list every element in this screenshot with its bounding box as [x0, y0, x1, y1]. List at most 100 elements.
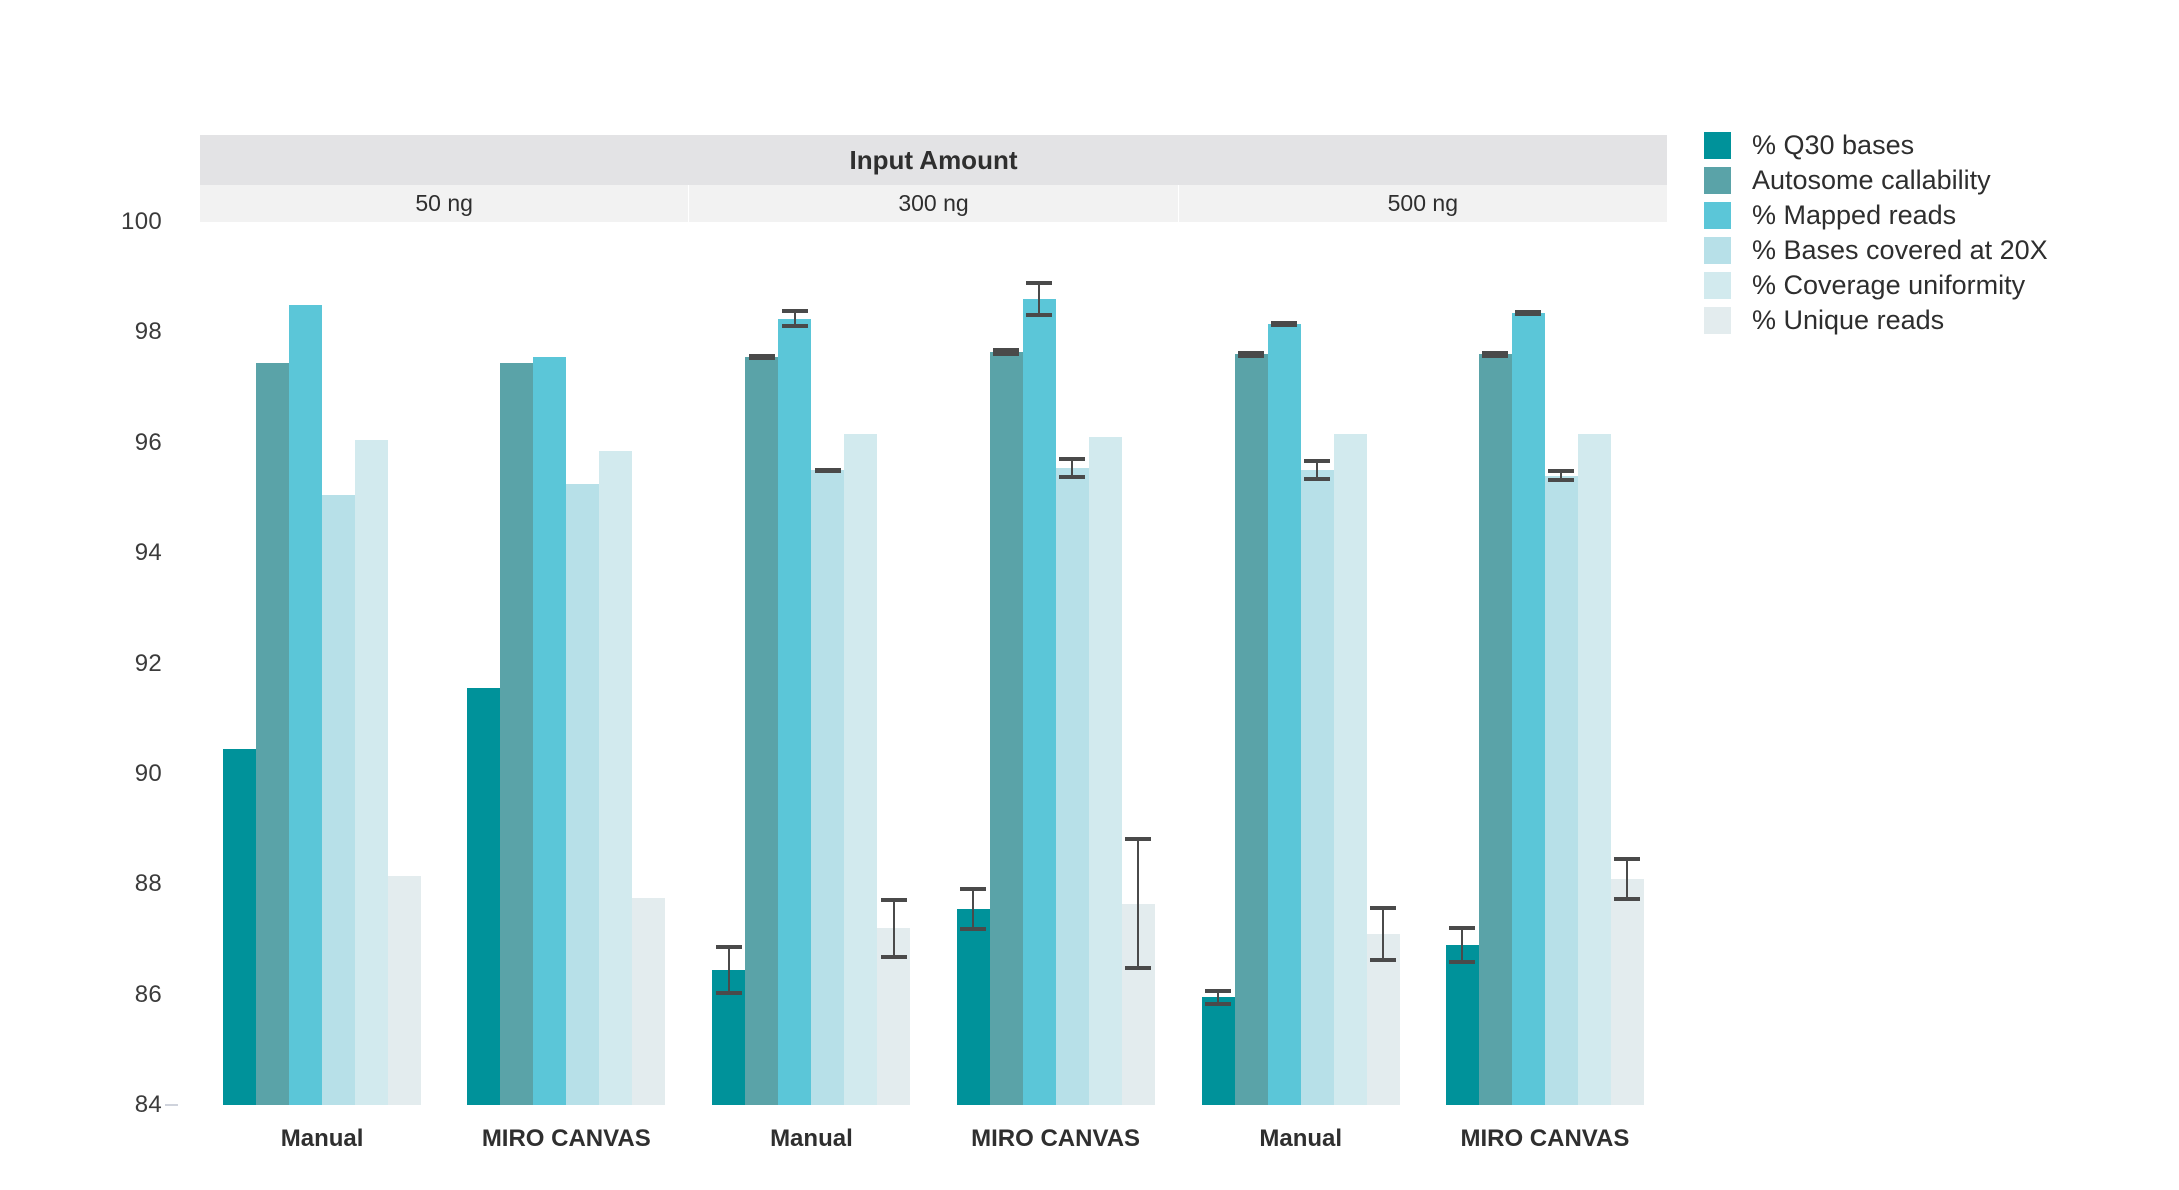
- bar[interactable]: [844, 434, 878, 1105]
- legend-item[interactable]: % Mapped reads: [1704, 198, 2134, 233]
- error-bar-cap-bottom: [1271, 322, 1298, 327]
- legend-label: Autosome callability: [1752, 165, 1991, 195]
- x-axis-panel: Manual MIRO CANVAS: [689, 1105, 1177, 1165]
- bar-slot: [1544, 222, 1578, 1105]
- bar[interactable]: [1511, 313, 1545, 1105]
- bar[interactable]: [533, 357, 567, 1105]
- legend-label: % Mapped reads: [1752, 200, 1957, 230]
- error-bar-cap-top: [880, 898, 907, 903]
- error-bar-cap-top: [960, 887, 987, 891]
- bar[interactable]: [956, 909, 990, 1105]
- x-tick-label: Manual: [770, 1125, 853, 1152]
- legend-item[interactable]: Autosome callability: [1704, 163, 2134, 198]
- legend-swatch-icon: [1704, 272, 1731, 299]
- bar-slot: [223, 222, 257, 1105]
- bar[interactable]: [599, 451, 633, 1105]
- bar-slot: [811, 222, 845, 1105]
- bar[interactable]: [1544, 475, 1578, 1105]
- bar[interactable]: [811, 470, 845, 1105]
- bar-slot: [1088, 222, 1122, 1105]
- error-bar-cap-top: [1304, 459, 1331, 464]
- facet-strip-title: Input Amount: [849, 144, 1018, 175]
- bar-slot: [877, 222, 911, 1105]
- error-bar-cap-bottom: [1205, 1001, 1232, 1006]
- bar[interactable]: [778, 318, 812, 1105]
- legend-item[interactable]: % Coverage uniformity: [1704, 268, 2134, 303]
- bar[interactable]: [1333, 434, 1367, 1105]
- bar[interactable]: [1267, 324, 1301, 1105]
- bar-slot: [1478, 222, 1512, 1105]
- bar-groups: [200, 222, 688, 1105]
- error-bar-line: [1626, 856, 1629, 901]
- bar[interactable]: [1300, 470, 1334, 1105]
- legend-item[interactable]: % Q30 bases: [1704, 128, 2134, 163]
- bars: [689, 222, 933, 1105]
- error-bar-cap-bottom: [1059, 474, 1086, 479]
- legend-item[interactable]: % Unique reads: [1704, 303, 2134, 338]
- bar[interactable]: [289, 304, 323, 1105]
- legend-label: % Coverage uniformity: [1752, 270, 2026, 300]
- bar[interactable]: [467, 688, 501, 1105]
- bar[interactable]: [989, 351, 1023, 1105]
- error-bar-cap-bottom: [960, 927, 987, 932]
- bar-slot: [289, 222, 323, 1105]
- legend-swatch-icon: [1704, 307, 1731, 334]
- bar-slot: [322, 222, 356, 1105]
- bar-slot: [467, 222, 501, 1105]
- error-bar-cap-top: [1205, 989, 1232, 994]
- bar-slot: [745, 222, 779, 1105]
- error-bar-cap-top: [1370, 906, 1397, 911]
- error-bar-cap-bottom: [1238, 354, 1265, 359]
- bar[interactable]: [1610, 878, 1644, 1105]
- bar[interactable]: [1577, 434, 1611, 1105]
- bar[interactable]: [1088, 437, 1122, 1105]
- error-bar-cap-bottom: [1026, 313, 1053, 318]
- bar-slot: [256, 222, 290, 1105]
- bar-groups: [689, 222, 1177, 1105]
- error-bar-cap-bottom: [748, 355, 775, 360]
- bar[interactable]: [388, 875, 422, 1105]
- legend-item[interactable]: % Bases covered at 20X: [1704, 233, 2134, 268]
- bar[interactable]: [1445, 944, 1479, 1105]
- y-tick-label: 90: [134, 759, 162, 787]
- bar[interactable]: [1234, 354, 1268, 1105]
- bar-slot: [1300, 222, 1334, 1105]
- bar[interactable]: [1055, 467, 1089, 1105]
- error-bar-line: [972, 887, 975, 932]
- error-bar-cap-top: [715, 944, 742, 949]
- bars: [1423, 222, 1667, 1105]
- legend-swatch-icon: [1704, 167, 1731, 194]
- bar-group: [934, 222, 1178, 1105]
- error-bar-cap-bottom: [1614, 896, 1641, 901]
- error-bar-line: [1038, 281, 1041, 318]
- legend-swatch-icon: [1704, 202, 1731, 229]
- bar-slot: [1511, 222, 1545, 1105]
- facet-strip-outer: Input Amount: [200, 135, 1667, 185]
- y-tick-label: 94: [134, 539, 162, 567]
- bar[interactable]: [355, 440, 389, 1105]
- error-bar-cap-bottom: [715, 990, 742, 995]
- facet-strip-inner: 50 ng 300 ng 500 ng: [200, 185, 1667, 222]
- x-axis-panel: Manual MIRO CANVAS: [1179, 1105, 1667, 1165]
- legend: % Q30 bases Autosome callability % Mapped …: [1704, 128, 2134, 338]
- error-bar-cap-bottom: [1370, 957, 1397, 962]
- bar-group: [200, 222, 444, 1105]
- bar[interactable]: [745, 357, 779, 1105]
- bar-slot: [956, 222, 990, 1105]
- bar[interactable]: [1201, 997, 1235, 1105]
- legend-swatch-icon: [1704, 132, 1731, 159]
- bar[interactable]: [566, 484, 600, 1105]
- bar-slot: [1577, 222, 1611, 1105]
- bar[interactable]: [1478, 354, 1512, 1105]
- bar[interactable]: [500, 362, 534, 1105]
- error-bar-cap-top: [1125, 837, 1152, 842]
- bar[interactable]: [322, 495, 356, 1105]
- bar-slot: [1333, 222, 1367, 1105]
- bar-slot: [599, 222, 633, 1105]
- error-bar-cap-bottom: [1304, 477, 1331, 482]
- error-bar-line: [1382, 906, 1385, 962]
- bar[interactable]: [223, 749, 257, 1105]
- bar[interactable]: [256, 362, 290, 1105]
- bar[interactable]: [1022, 299, 1056, 1105]
- bar[interactable]: [632, 898, 666, 1105]
